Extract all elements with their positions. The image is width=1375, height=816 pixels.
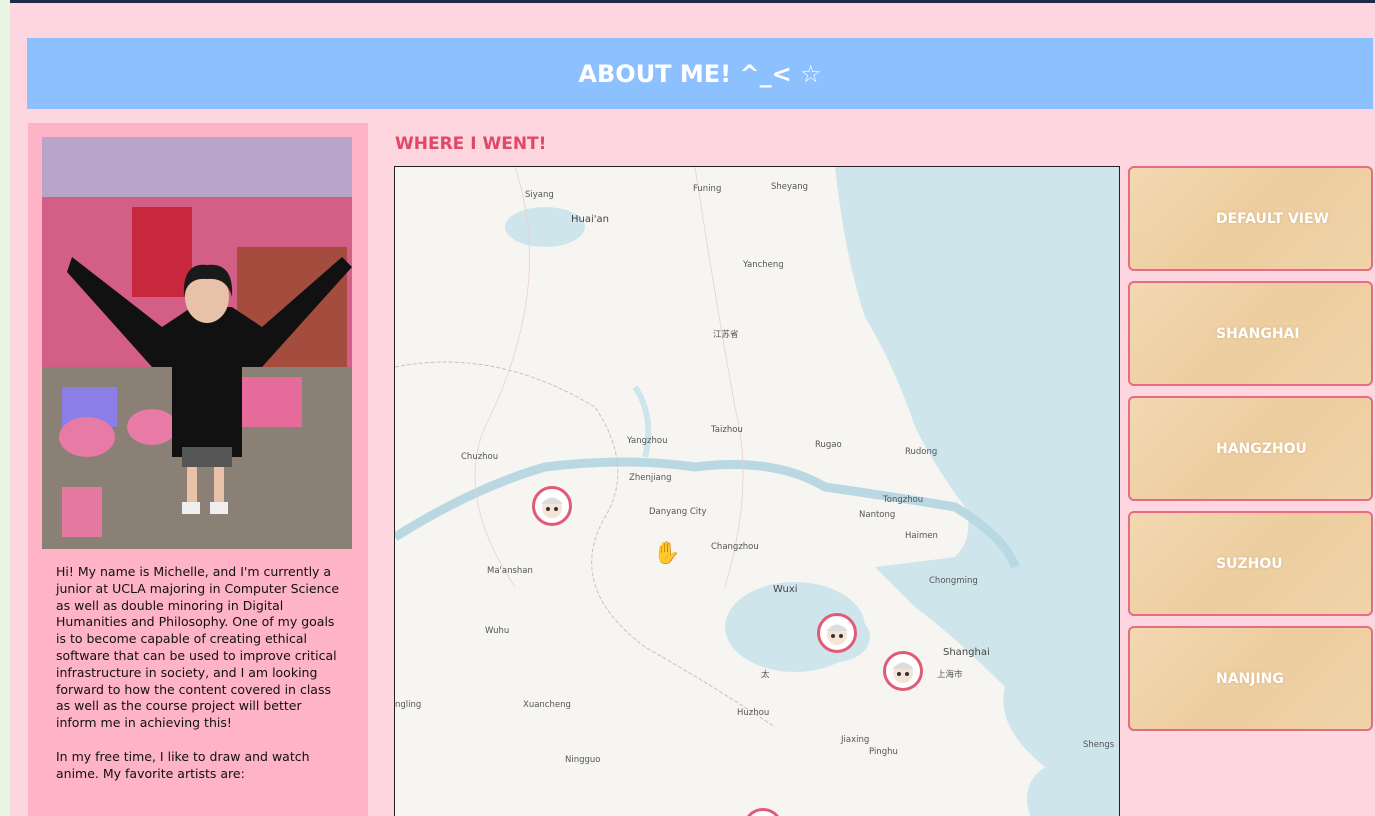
- hangzhou-button[interactable]: HANGZHOU: [1128, 396, 1373, 501]
- nanjing-button[interactable]: NANJING: [1128, 626, 1373, 731]
- profile-photo: [42, 137, 352, 549]
- button-label: DEFAULT VIEW: [1216, 210, 1329, 227]
- svg-text:江苏省: 江苏省: [713, 329, 739, 340]
- svg-text:Danyang City: Danyang City: [649, 507, 707, 517]
- svg-text:上海市: 上海市: [937, 669, 963, 680]
- svg-text:Rudong: Rudong: [905, 447, 937, 457]
- svg-text:Rugao: Rugao: [815, 440, 842, 450]
- svg-text:Funing: Funing: [693, 184, 721, 194]
- bio-paragraph: In my free time, I like to draw and watc…: [56, 748, 310, 781]
- svg-text:Tongzhou: Tongzhou: [882, 495, 923, 505]
- location-buttons: DEFAULT VIEW SHANGHAI HANGZHOU SUZHOU NA…: [1128, 166, 1373, 741]
- button-label: NANJING: [1216, 670, 1284, 687]
- grab-hand-icon: ✋: [653, 541, 681, 566]
- svg-text:Chuzhou: Chuzhou: [461, 452, 498, 462]
- svg-text:Haimen: Haimen: [905, 531, 938, 541]
- svg-text:Jiaxing: Jiaxing: [840, 735, 869, 745]
- bio-paragraph: Hi! My name is Michelle, and I'm current…: [56, 564, 340, 731]
- bio-text: Hi! My name is Michelle, and I'm current…: [56, 564, 346, 799]
- svg-text:Ningguo: Ningguo: [565, 755, 601, 765]
- svg-text:Sheyang: Sheyang: [771, 182, 808, 192]
- svg-text:ngling: ngling: [395, 700, 421, 710]
- svg-text:Changzhou: Changzhou: [711, 542, 759, 552]
- svg-text:Shengs: Shengs: [1083, 740, 1115, 750]
- svg-text:Siyang: Siyang: [525, 190, 554, 200]
- svg-text:Chongming: Chongming: [929, 576, 978, 586]
- svg-text:太: 太: [761, 669, 770, 680]
- svg-text:Wuxi: Wuxi: [773, 584, 798, 595]
- suzhou-button[interactable]: SUZHOU: [1128, 511, 1373, 616]
- button-label: SUZHOU: [1216, 555, 1283, 572]
- svg-text:Xuancheng: Xuancheng: [523, 700, 571, 710]
- page-title: ABOUT ME! ^_< ☆: [27, 38, 1373, 109]
- svg-text:Huzhou: Huzhou: [737, 708, 769, 718]
- shanghai-button[interactable]: SHANGHAI: [1128, 281, 1373, 386]
- svg-text:Pinghu: Pinghu: [869, 747, 898, 757]
- svg-text:Nantong: Nantong: [859, 510, 895, 520]
- button-label: HANGZHOU: [1216, 440, 1307, 457]
- svg-text:Yancheng: Yancheng: [742, 260, 784, 270]
- svg-text:Taizhou: Taizhou: [710, 425, 743, 435]
- map-heading: WHERE I WENT!: [395, 134, 547, 154]
- default-view-button[interactable]: DEFAULT VIEW: [1128, 166, 1373, 271]
- button-label: SHANGHAI: [1216, 325, 1300, 342]
- svg-text:Wuhu: Wuhu: [485, 626, 509, 636]
- about-sidebar: Hi! My name is Michelle, and I'm current…: [28, 123, 368, 816]
- svg-text:Ma'anshan: Ma'anshan: [487, 566, 533, 576]
- svg-text:Huai'an: Huai'an: [571, 214, 609, 225]
- svg-text:Yangzhou: Yangzhou: [626, 436, 667, 446]
- avatar-marker-icon[interactable]: [532, 486, 572, 526]
- travel-map[interactable]: Siyang Funing Sheyang Huai'an Yancheng 江…: [394, 166, 1120, 816]
- svg-text:Shanghai: Shanghai: [943, 647, 990, 658]
- svg-text:Zhenjiang: Zhenjiang: [629, 473, 672, 483]
- avatar-marker-icon[interactable]: [883, 651, 923, 691]
- avatar-marker-icon[interactable]: [817, 613, 857, 653]
- page: ABOUT ME! ^_< ☆ Hi! My name is Michelle,…: [10, 0, 1375, 816]
